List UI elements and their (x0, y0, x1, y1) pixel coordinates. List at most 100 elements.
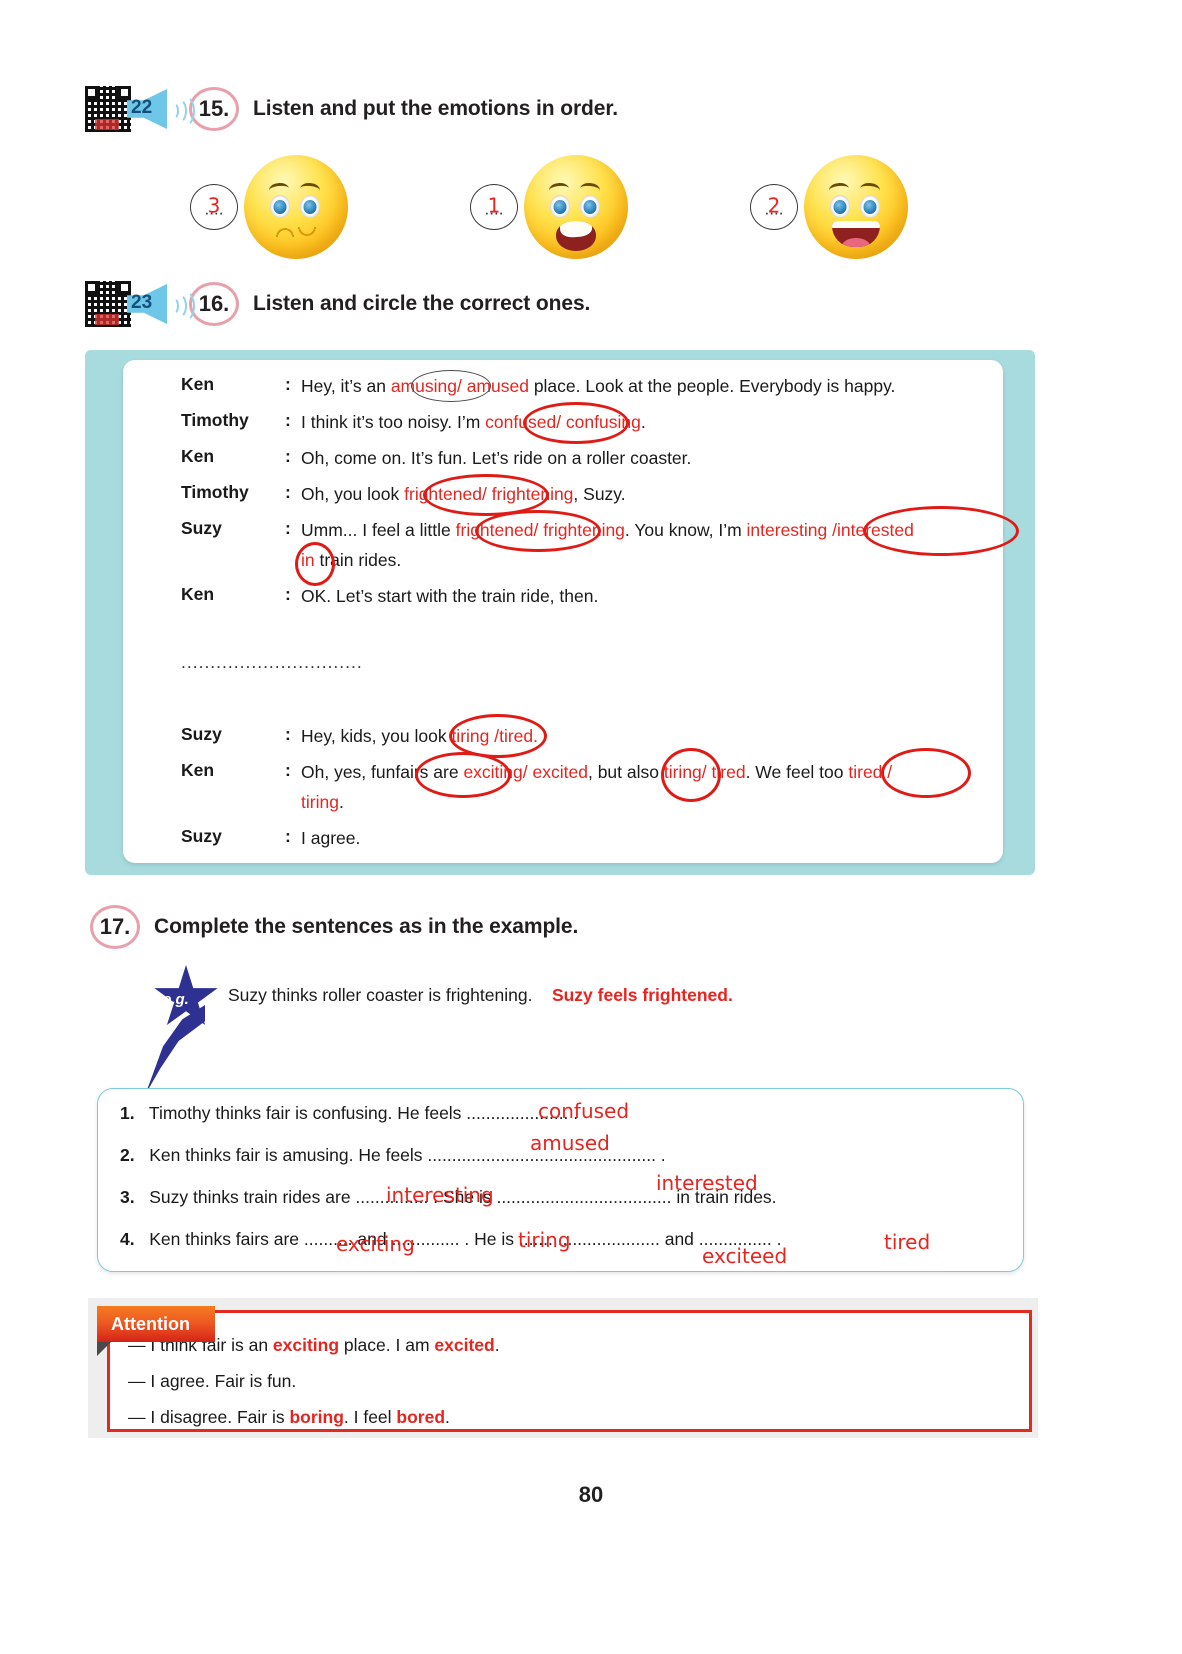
dialogue-option-word[interactable]: interested (837, 520, 914, 540)
exercise-number-16: 16. (189, 282, 239, 326)
answers-box: 1. Timothy thinks fair is confusing. He … (97, 1088, 1024, 1272)
exercise-title-15: Listen and put the emotions in order. (253, 97, 618, 120)
item-index: 3. (120, 1187, 135, 1207)
dialogue-option-word[interactable]: tired / (848, 762, 892, 782)
answer-circle-2[interactable]: .... 1 (470, 184, 518, 230)
dialogue-option-word[interactable]: / confusing (556, 412, 641, 432)
att-seg: place. I am (339, 1335, 435, 1355)
dialogue-option-word[interactable]: frightened (456, 520, 534, 540)
dialogue-option-word[interactable]: tiring / (451, 726, 499, 746)
item-index: 4. (120, 1229, 135, 1249)
item-text-middle3: ...... and ... (630, 1229, 714, 1249)
dialogue-option-word[interactable]: tired (499, 726, 533, 746)
eye-left (830, 195, 850, 218)
dialogue-text: I agree. (301, 828, 361, 848)
dialogue-option-word[interactable]: / excited (523, 762, 588, 782)
speaker-icon[interactable]: 23 (127, 280, 195, 328)
qr-code-center-mark (95, 119, 119, 130)
answer-circle-1[interactable]: .... 3 (190, 184, 238, 230)
dialogue-option-word[interactable]: confused (485, 412, 556, 432)
att-seg-highlight: boring (289, 1407, 344, 1427)
dash: — (128, 1407, 146, 1427)
frightened-face-icon (524, 155, 628, 259)
dialogue-speaker: Suzy (181, 518, 222, 538)
item-text-after: . (655, 1145, 666, 1165)
att-seg-highlight: exciting (272, 1335, 340, 1355)
dialogue-option-word[interactable]: frightened (404, 484, 482, 504)
track-number-15: 22 (131, 97, 153, 118)
item-text-before: Suzy thinks train rides are .... (149, 1187, 375, 1207)
qr-code-icon[interactable] (85, 281, 131, 327)
exercise-number-17: 17. (90, 905, 140, 949)
eye-right (300, 195, 320, 218)
qr-code-icon[interactable] (85, 86, 131, 132)
att-seg: . I feel (343, 1407, 397, 1427)
dialogue-colon: : (285, 482, 291, 502)
hand-drawn-circle (881, 748, 971, 798)
dialogue-colon: : (285, 760, 291, 780)
dialogue-text: Oh, you look frightened/ frightening, Su… (301, 482, 626, 506)
answer-item-4: 4. Ken thinks fairs are .... ...... and .… (120, 1229, 781, 1250)
dialogue-seg: train rides. (314, 550, 402, 570)
dialogue-seg: . You know, I’m (624, 520, 747, 540)
dialogue-option-word[interactable]: / frightening (533, 520, 624, 540)
mouth-smiling (832, 221, 880, 247)
dialogue-speaker: Ken (181, 760, 215, 780)
attention-tab: Attention (97, 1306, 215, 1342)
sound-waves-icon (167, 94, 195, 128)
dialogue-option-word[interactable]: exciting (463, 762, 522, 782)
example-label: e.g. (163, 991, 189, 1008)
dialogue-option-word[interactable]: amusing (391, 376, 457, 396)
dialogue-colon: : (285, 446, 291, 466)
emotion-item-1[interactable]: .... 3 (190, 155, 348, 259)
dialogue-text: Umm... I feel a little frightened/ frigh… (301, 518, 914, 542)
dialogue-option-word[interactable]: interesting / (747, 520, 837, 540)
dialogue-option-word[interactable]: / frightening (482, 484, 573, 504)
dialogue-seg: Umm... I feel a little (301, 520, 456, 540)
handwritten-answer-3b: interested (656, 1171, 758, 1195)
emotion-item-3[interactable]: .... 2 (750, 155, 908, 259)
handwritten-answer-3a: interesting (386, 1183, 494, 1207)
dialogue-speaker: Ken (181, 374, 215, 394)
exercise-title-16: Listen and circle the correct ones. (253, 292, 591, 315)
answer-circle-3[interactable]: .... 2 (750, 184, 798, 230)
dialogue-speaker: Ken (181, 446, 215, 466)
dialogue-option-word[interactable]: tiring (301, 792, 339, 812)
dialogue-seg: . (533, 726, 539, 746)
dialogue-text: Hey, kids, you look tiring /tired. (301, 724, 538, 748)
example-answer: Suzy feels frightened. (551, 985, 733, 1005)
dash: — (128, 1371, 146, 1391)
dialogue-text: I think it’s too noisy. I’m confused/ co… (301, 410, 646, 434)
dialogue-text-continued: in train rides. (301, 548, 401, 572)
dialogue-seg: Hey, it’s an (301, 376, 391, 396)
speaker-icon[interactable]: 22 (127, 85, 195, 133)
mouth-wavy (274, 227, 318, 237)
dialogue-colon: : (285, 374, 291, 394)
item-text-before: Ken thinks fairs are .... (149, 1229, 324, 1249)
dialogue-text: Oh, come on. It’s fun. Let’s ride on a r… (301, 448, 692, 468)
example-prompt: Suzy thinks roller coaster is frightenin… (228, 985, 533, 1005)
dialogue-colon: : (285, 584, 291, 604)
dialogue-option-word[interactable]: / tired (702, 762, 746, 782)
emotion-item-2[interactable]: .... 1 (470, 155, 628, 259)
eye-left (270, 195, 290, 218)
attention-line-3: — I disagree. Fair is boring. I feel bor… (128, 1407, 450, 1428)
dialogue-option-word[interactable]: in (301, 550, 315, 570)
handwritten-answer-2: amused (530, 1131, 610, 1155)
att-seg-highlight: excited (434, 1335, 495, 1355)
dialogue-colon: : (285, 518, 291, 538)
sound-waves-icon (167, 289, 195, 323)
dialogue-speaker: Timothy (181, 482, 249, 502)
handwritten-answer-4b: tiring (518, 1228, 571, 1252)
dialogue-speaker: Suzy (181, 826, 222, 846)
mouth-shocked (556, 221, 596, 251)
dialogue-option-word[interactable]: / amused (457, 376, 529, 396)
dialogue-separator: ............................... (181, 652, 363, 672)
dialogue-option-word[interactable]: tiring (664, 762, 702, 782)
dialogue-speaker: Timothy (181, 410, 249, 430)
dialogue-text: OK. Let’s start with the train ride, the… (301, 586, 599, 606)
answer-value-1: 3 (207, 193, 221, 218)
exercise-number-15: 15. (189, 87, 239, 131)
handwritten-answer-4a: exciting (336, 1232, 415, 1256)
item-index: 2. (120, 1145, 135, 1165)
